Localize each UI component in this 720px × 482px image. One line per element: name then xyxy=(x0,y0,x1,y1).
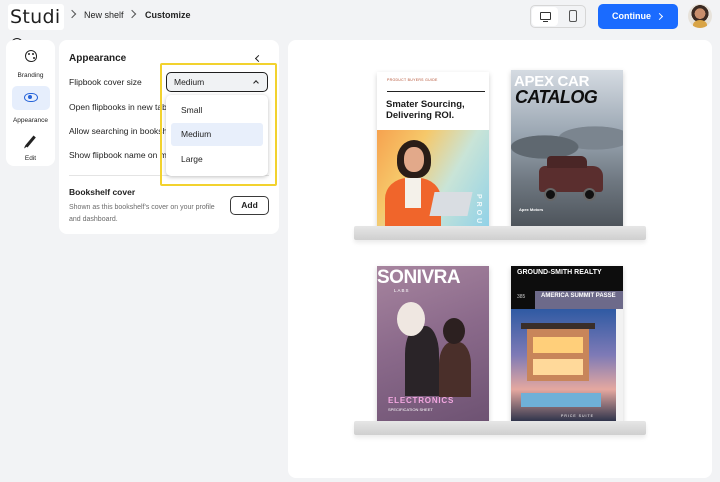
cover-headline: Smater Sourcing, Delivering ROI. xyxy=(386,99,465,121)
cover-kicker: PRODUCT BUYERS GUIDE xyxy=(387,78,438,82)
avatar[interactable] xyxy=(688,4,712,28)
mobile-view-button[interactable] xyxy=(560,7,586,26)
cover-size-select[interactable]: Medium xyxy=(166,72,268,92)
breadcrumb-new-shelf[interactable]: New shelf xyxy=(84,10,124,20)
mobile-icon xyxy=(569,10,577,22)
device-toggle xyxy=(530,5,586,28)
cover-footer: SPECIFICATION SHEET xyxy=(388,407,433,412)
flipbook-cover-sourcing[interactable]: PRODUCT BUYERS GUIDE Smater Sourcing, De… xyxy=(377,72,489,230)
continue-button[interactable]: Continue xyxy=(598,4,678,29)
breadcrumb-customize: Customize xyxy=(145,10,191,20)
cover-footer: PRICE SUITE xyxy=(561,414,594,418)
cover-photo: PROU xyxy=(377,130,489,230)
option-small[interactable]: Small xyxy=(171,99,263,122)
sidebar-item-label: Branding xyxy=(17,72,44,79)
panel-title: Appearance xyxy=(69,53,127,64)
continue-label: Continue xyxy=(612,11,651,21)
cover-subtitle: LABS xyxy=(394,288,410,293)
cover-category: ELECTRONICS xyxy=(388,396,455,405)
desktop-icon xyxy=(540,12,551,23)
open-new-tab-label: Open flipbooks in new tab xyxy=(69,102,167,112)
collapse-chevron-icon[interactable] xyxy=(254,54,263,63)
cover-photo xyxy=(511,309,616,424)
chevron-right-icon xyxy=(655,12,664,21)
cover-side-strip xyxy=(616,309,623,424)
studio-logo[interactable]: Studi xyxy=(8,4,64,50)
bookshelf-preview: PRODUCT BUYERS GUIDE Smater Sourcing, De… xyxy=(288,40,712,478)
cover-brand: Apex Motors xyxy=(519,207,544,212)
cover-size-menu: Small Medium Large xyxy=(166,95,268,176)
flipbook-cover-car-catalog[interactable]: APEX CAR CATALOG Apex Motors xyxy=(511,70,623,230)
add-cover-button[interactable]: Add xyxy=(230,196,269,215)
sidebar-rail: Branding Appearance Edit xyxy=(6,40,55,166)
option-medium[interactable]: Medium xyxy=(171,123,263,146)
cover-number: 385 xyxy=(517,294,526,300)
chevron-up-icon xyxy=(253,80,259,86)
flipbook-cover-realty[interactable]: GROUND-SMITH REALTY 385 AMERICA SUMMIT P… xyxy=(511,266,623,424)
cover-band-text: AMERICA SUMMIT PASSE xyxy=(541,293,616,299)
cover-title: GROUND-SMITH REALTY xyxy=(517,269,602,276)
palette-icon xyxy=(24,50,37,62)
cover-title-2: CATALOG xyxy=(515,87,598,107)
car-wheel xyxy=(544,188,557,201)
cover-vertical-text: PROU xyxy=(475,194,482,227)
sidebar-item-label: Appearance xyxy=(12,117,49,124)
eye-icon xyxy=(23,93,38,102)
cover-title: SONIVRA xyxy=(377,267,461,288)
chevron-right-icon xyxy=(127,9,137,19)
cover-rule xyxy=(387,91,485,92)
logo-text: Studi xyxy=(10,6,61,28)
bookshelf-cover-description: Shown as this bookshelf's cover on your … xyxy=(69,204,215,223)
sidebar-item-label: Edit xyxy=(24,155,37,162)
shelf-top xyxy=(354,226,646,240)
car-wheel xyxy=(583,188,596,201)
sidebar-item-edit[interactable]: Edit xyxy=(10,132,51,162)
flipbook-cover-electronics[interactable]: SONIVRA LABS ELECTRONICS SPECIFICATION S… xyxy=(377,266,489,424)
desktop-view-button[interactable] xyxy=(532,7,558,26)
sidebar-item-appearance[interactable]: Appearance xyxy=(10,86,51,124)
shelf-bottom xyxy=(354,421,646,435)
cover-size-label: Flipbook cover size xyxy=(69,77,142,87)
sidebar-item-branding[interactable]: Branding xyxy=(10,45,51,79)
cover-size-value: Medium xyxy=(174,77,205,87)
top-bar: Studi New shelf Customize Continue xyxy=(0,0,720,50)
bookshelf-cover-title: Bookshelf cover xyxy=(69,187,136,197)
chevron-right-icon xyxy=(67,9,77,19)
option-large[interactable]: Large xyxy=(171,148,263,171)
pencil-icon xyxy=(24,135,36,148)
